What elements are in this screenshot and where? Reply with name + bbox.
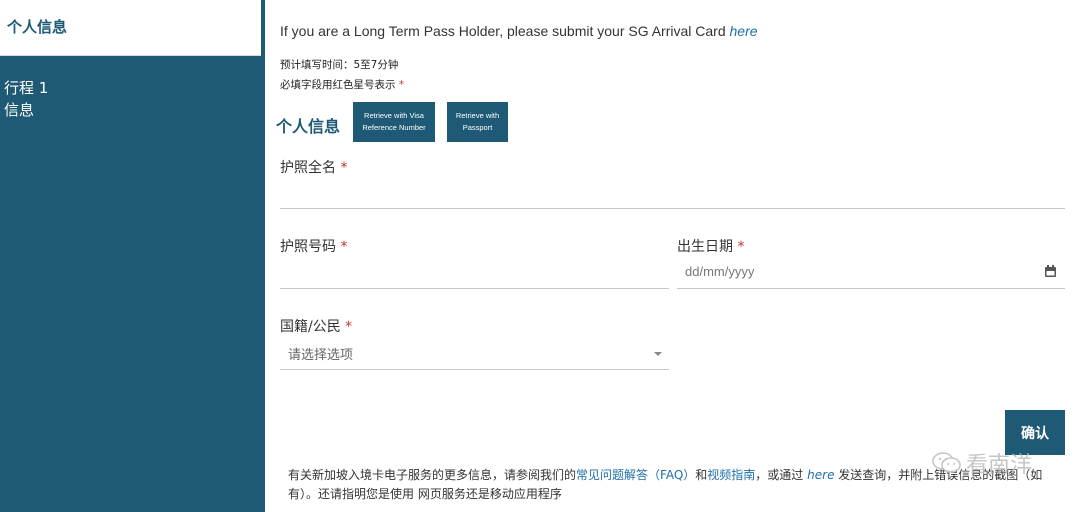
footer-and: 和 <box>695 468 708 482</box>
passport-number-input[interactable] <box>280 258 669 288</box>
required-note: 必填字段用红色星号表示 * <box>280 77 404 92</box>
required-asterisk: * <box>398 79 405 91</box>
faq-link[interactable]: 常见问题解答（FAQ） <box>576 468 695 482</box>
required-asterisk: * <box>340 239 348 255</box>
calendar-icon[interactable] <box>1045 265 1056 277</box>
required-asterisk: * <box>345 319 353 335</box>
sidebar-item-personal-info[interactable]: 个人信息 <box>0 0 261 56</box>
long-term-pass-notice: If you are a Long Term Pass Holder, plea… <box>280 23 758 39</box>
passport-name-underline <box>280 208 1065 209</box>
sidebar-item-trip[interactable]: 行程 1 <box>4 77 48 98</box>
passport-name-label-text: 护照全名 <box>280 160 336 176</box>
retrieve-visa-button[interactable]: Retrieve with Visa Reference Number <box>353 102 435 142</box>
passport-number-label: 护照号码 * <box>280 236 347 256</box>
chevron-down-icon <box>654 352 662 356</box>
dob-input[interactable]: dd/mm/yyyy <box>677 258 1065 288</box>
watermark-text: 看南洋 <box>966 453 1033 478</box>
footer-here-link[interactable]: here <box>807 468 834 482</box>
nationality-underline <box>280 369 669 370</box>
nationality-label: 国籍/公民 * <box>280 316 352 336</box>
estimated-time: 预计填写时间：5至7分钟 <box>280 59 399 71</box>
nationality-selected-value: 请选择选项 <box>288 347 354 362</box>
required-asterisk: * <box>340 160 348 176</box>
notice-here-link[interactable]: here <box>730 23 758 39</box>
required-asterisk: * <box>737 239 745 255</box>
notice-text: If you are a Long Term Pass Holder, plea… <box>280 23 730 39</box>
footer-text-2: ，或通过 <box>755 468 804 482</box>
sidebar-item-label: 个人信息 <box>7 18 68 36</box>
dob-underline <box>677 288 1065 289</box>
video-guide-link[interactable]: 视频指南 <box>707 468 755 482</box>
passport-name-label: 护照全名 * <box>280 157 347 177</box>
passport-name-input[interactable] <box>280 180 1065 208</box>
dob-label-text: 出生日期 <box>677 239 733 255</box>
sidebar: 个人信息 行程 1 信息 <box>0 0 265 512</box>
passport-number-label-text: 护照号码 <box>280 239 336 255</box>
passport-number-underline <box>280 288 669 289</box>
dob-placeholder: dd/mm/yyyy <box>685 264 755 279</box>
required-note-text: 必填字段用红色星号表示 <box>280 79 396 91</box>
wechat-icon <box>932 452 961 473</box>
sidebar-item-info[interactable]: 信息 <box>4 99 34 120</box>
footer-text-1: 有关新加坡入境卡电子服务的更多信息，请参阅我们的 <box>288 468 577 482</box>
watermark: 看南洋 <box>932 447 1032 479</box>
nationality-select[interactable]: 请选择选项 <box>280 338 669 369</box>
dob-label: 出生日期 * <box>677 236 744 256</box>
nationality-label-text: 国籍/公民 <box>280 319 341 335</box>
retrieve-passport-button[interactable]: Retrieve with Passport <box>447 102 508 142</box>
section-title: 个人信息 <box>276 117 341 136</box>
